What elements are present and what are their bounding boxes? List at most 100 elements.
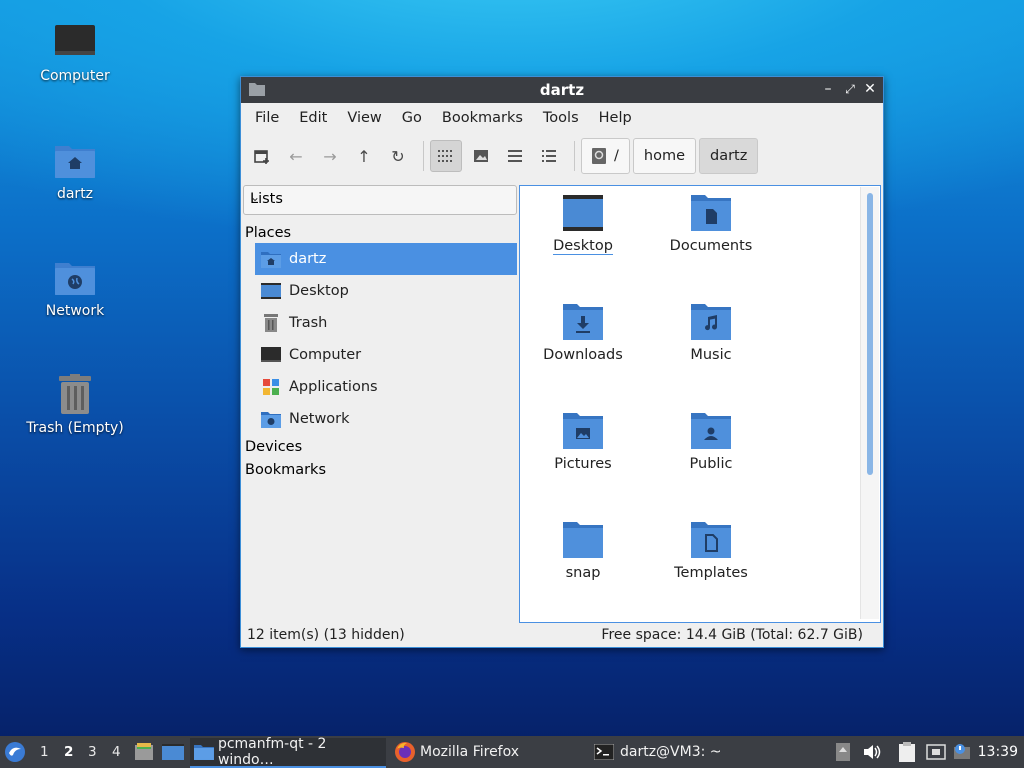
show-desktop-button[interactable]	[162, 736, 184, 768]
breadcrumb-home-label: home	[643, 148, 685, 164]
desktop-switch-1[interactable]: 1	[40, 744, 49, 760]
start-menu-button[interactable]	[4, 736, 26, 768]
terminal-icon	[594, 744, 614, 760]
file-manager-icon	[135, 743, 153, 760]
file-item-pictures[interactable]: Pictures	[520, 412, 646, 472]
menu-help[interactable]: Help	[589, 110, 642, 126]
tray-updates[interactable]	[836, 736, 850, 768]
file-item-templates[interactable]: Templates	[648, 521, 774, 581]
bookmarks-heading[interactable]: Bookmarks	[245, 462, 326, 478]
breadcrumb-dartz-label: dartz	[710, 148, 748, 164]
icon-view-button[interactable]	[430, 140, 462, 172]
file-item-label: Templates	[674, 565, 748, 581]
file-item-documents[interactable]: Documents	[648, 194, 774, 254]
side-pane-mode-select[interactable]: Lists ⌄	[243, 185, 517, 215]
sidebar-item-dartz[interactable]: dartz	[255, 243, 517, 275]
file-item-downloads[interactable]: Downloads	[520, 303, 646, 363]
toolbar: ← → ↑ ↻ / home dartz	[241, 133, 883, 179]
title-bar[interactable]: dartz – ⤢ ✕	[241, 77, 883, 103]
menu-tools[interactable]: Tools	[533, 110, 589, 126]
up-button[interactable]: ↑	[349, 141, 379, 171]
desktop-icon-label: Computer	[40, 68, 110, 84]
back-button[interactable]: ←	[281, 141, 311, 171]
firefox-icon	[395, 742, 415, 762]
places-heading[interactable]: Places	[245, 225, 291, 241]
task-firefox[interactable]: Mozilla Firefox	[392, 738, 582, 766]
sidebar-item-label: Desktop	[289, 283, 349, 299]
vertical-scrollbar[interactable]	[860, 187, 879, 619]
reload-button[interactable]: ↻	[383, 141, 413, 171]
desktop-folder-icon	[563, 195, 603, 231]
forward-button[interactable]: →	[315, 141, 345, 171]
file-item-desktop[interactable]: Desktop	[520, 194, 646, 255]
sidebar-item-desktop[interactable]: Desktop	[255, 275, 517, 307]
network-wired-icon	[926, 744, 946, 760]
show-desktop-icon	[162, 744, 184, 760]
breadcrumb-home[interactable]: home	[632, 138, 696, 174]
tray-volume[interactable]	[862, 736, 882, 768]
desktop-icon-label: Network	[45, 303, 105, 319]
breadcrumb-dartz[interactable]: dartz	[699, 138, 759, 174]
file-item-label: Music	[690, 347, 732, 363]
close-button[interactable]: ✕	[861, 80, 879, 98]
sidebar-item-network[interactable]: Network	[255, 403, 517, 435]
documents-folder-icon	[691, 195, 731, 231]
tray-notification[interactable]	[952, 736, 972, 768]
trash-icon	[59, 374, 91, 414]
music-folder-icon	[691, 304, 731, 340]
menu-view[interactable]: View	[337, 110, 391, 126]
downloads-folder-icon	[563, 304, 603, 340]
thumbnail-view-button[interactable]	[466, 141, 496, 171]
toolbar-separator	[574, 141, 575, 171]
window-title: dartz	[539, 81, 585, 99]
desktop-icon-label: Trash (Empty)	[26, 420, 124, 436]
minimize-button[interactable]: –	[819, 80, 837, 98]
status-free-space: Free space: 14.4 GiB (Total: 62.7 GiB)	[601, 627, 863, 643]
breadcrumb-root[interactable]: /	[581, 138, 630, 174]
task-terminal[interactable]: dartz@VM3: ~	[592, 738, 782, 766]
clock[interactable]: 13:39	[978, 744, 1018, 760]
quicklaunch-file-manager[interactable]	[134, 736, 154, 768]
task-label: dartz@VM3: ~	[620, 744, 722, 760]
forward-arrow-icon: →	[323, 146, 337, 166]
menu-go[interactable]: Go	[392, 110, 432, 126]
tray-clipboard[interactable]	[898, 736, 916, 768]
desktop-icon-label: dartz	[56, 186, 94, 202]
sidebar-item-label: Applications	[289, 379, 378, 395]
desktop-switch-4[interactable]: 4	[112, 744, 121, 760]
detailed-list-icon	[542, 150, 556, 162]
menu-bookmarks[interactable]: Bookmarks	[432, 110, 533, 126]
home-folder-icon	[261, 252, 281, 268]
menu-edit[interactable]: Edit	[289, 110, 337, 126]
desktop-icon-home[interactable]: dartz	[20, 140, 130, 202]
scrollbar-thumb[interactable]	[867, 193, 873, 475]
desktop-icon-network[interactable]: Network	[20, 257, 130, 319]
network-folder-icon	[55, 263, 95, 295]
maximize-button[interactable]: ⤢	[841, 80, 859, 98]
desktop-switch-3[interactable]: 3	[88, 744, 97, 760]
network-folder-icon	[261, 412, 281, 428]
menu-file[interactable]: File	[245, 110, 289, 126]
new-tab-button[interactable]	[247, 141, 277, 171]
file-item-music[interactable]: Music	[648, 303, 774, 363]
reload-icon: ↻	[391, 146, 405, 166]
sidebar-item-applications[interactable]: Applications	[255, 371, 517, 403]
clipboard-icon	[899, 742, 915, 762]
compact-view-button[interactable]	[500, 141, 530, 171]
sidebar-item-label: Network	[289, 411, 350, 427]
desktop-icon-trash[interactable]: Trash (Empty)	[20, 374, 130, 436]
file-item-public[interactable]: Public	[648, 412, 774, 472]
tray-network[interactable]	[926, 736, 946, 768]
desktop-icon-computer[interactable]: Computer	[20, 22, 130, 84]
detailed-list-view-button[interactable]	[534, 141, 564, 171]
volume-icon	[864, 745, 881, 759]
task-pcmanfm[interactable]: pcmanfm-qt - 2 windo…	[190, 736, 386, 768]
devices-heading[interactable]: Devices	[245, 439, 302, 455]
lxqt-logo-icon	[5, 742, 25, 762]
sidebar-item-trash[interactable]: Trash	[255, 307, 517, 339]
file-view[interactable]: Desktop Documents Downloads Music Pictur…	[519, 185, 881, 623]
file-item-label: Public	[689, 456, 733, 472]
desktop-switch-2[interactable]: 2	[64, 744, 73, 760]
sidebar-item-computer[interactable]: Computer	[255, 339, 517, 371]
file-item-snap[interactable]: snap	[520, 521, 646, 581]
